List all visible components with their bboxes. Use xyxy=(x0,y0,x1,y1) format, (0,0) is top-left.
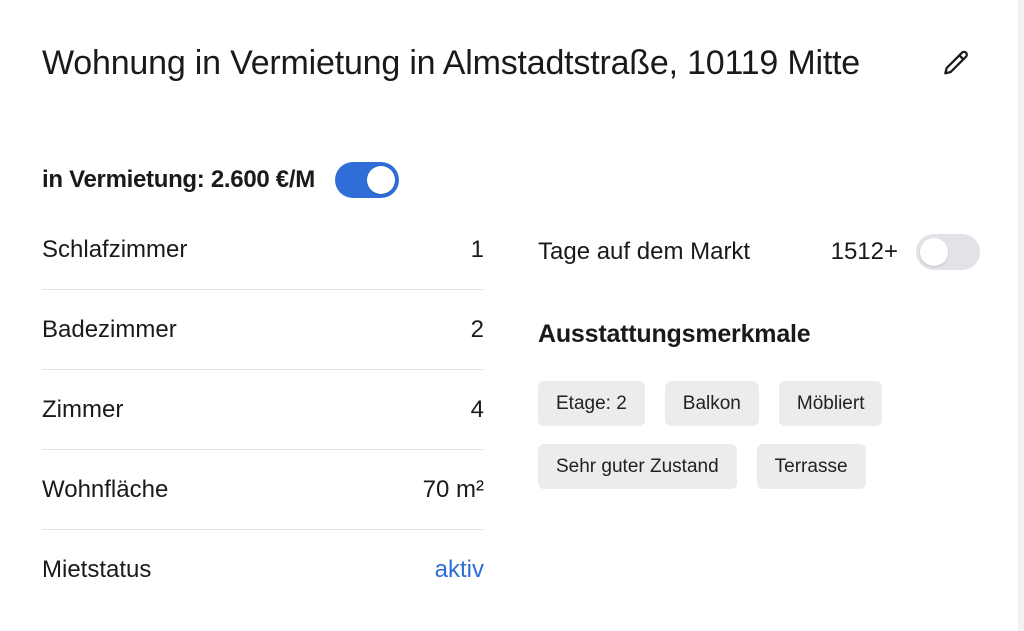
price-row: in Vermietung: 2.600 €/M xyxy=(42,160,399,200)
days-on-market-label: Tage auf dem Markt xyxy=(538,238,751,265)
toggle-knob xyxy=(366,166,395,194)
detail-row-mietstatus: Mietstatus aktiv xyxy=(42,530,484,610)
detail-value: 4 xyxy=(470,395,484,423)
feature-chip[interactable]: Möbliert xyxy=(778,381,883,426)
feature-chip[interactable]: Balkon xyxy=(664,381,759,426)
days-on-market-row: Tage auf dem Markt 1512+ xyxy=(538,232,980,272)
days-on-market-value: 1512+ xyxy=(830,238,898,265)
detail-value: 1 xyxy=(470,235,484,263)
feature-chip[interactable]: Etage: 2 xyxy=(538,381,645,426)
pencil-icon xyxy=(944,50,968,75)
scroll-edge xyxy=(1018,0,1024,631)
listing-card: Wohnung in Vermietung in Almstadtstraße,… xyxy=(0,0,1018,631)
detail-label: Zimmer xyxy=(42,395,124,423)
detail-value: 2 xyxy=(470,315,484,343)
detail-label: Schlafzimmer xyxy=(42,235,188,263)
detail-row-zimmer: Zimmer 4 xyxy=(42,370,484,450)
feature-chips: Etage: 2 Balkon Möbliert Sehr guter Zust… xyxy=(538,381,978,489)
toggle-knob xyxy=(920,238,948,266)
days-on-market-toggle[interactable] xyxy=(916,234,980,270)
detail-row-wohnflaeche: Wohnfläche 70 m² xyxy=(42,450,484,530)
edit-button[interactable] xyxy=(936,44,976,84)
details-list: Schlafzimmer 1 Badezimmer 2 Zimmer 4 Woh… xyxy=(42,210,484,610)
detail-value: 70 m² xyxy=(422,475,484,503)
feature-chip[interactable]: Sehr guter Zustand xyxy=(538,444,737,489)
feature-chip[interactable]: Terrasse xyxy=(756,444,866,489)
rental-status-link[interactable]: aktiv xyxy=(435,556,484,584)
detail-label: Wohnfläche xyxy=(42,475,169,503)
listing-title: Wohnung in Vermietung in Almstadtstraße,… xyxy=(42,44,861,82)
detail-label: Mietstatus xyxy=(42,556,152,583)
features-title: Ausstattungsmerkmale xyxy=(538,320,811,348)
detail-row-schlafzimmer: Schlafzimmer 1 xyxy=(42,210,484,290)
detail-row-badezimmer: Badezimmer 2 xyxy=(42,290,484,370)
rent-toggle[interactable] xyxy=(334,162,399,198)
price-label: in Vermietung: 2.600 €/M xyxy=(42,166,315,193)
detail-label: Badezimmer xyxy=(42,315,177,343)
